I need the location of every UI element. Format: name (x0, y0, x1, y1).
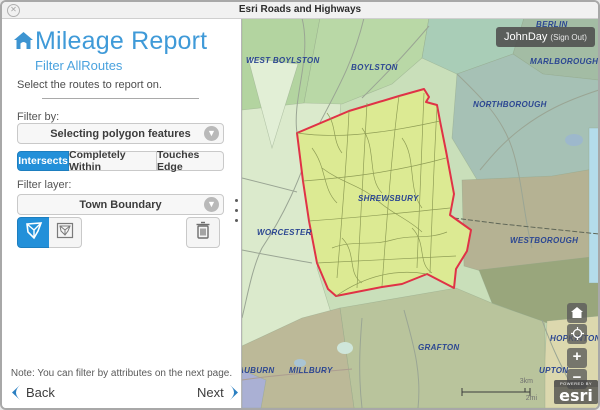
town-label: BOYLSTON (351, 63, 398, 72)
panel-resize-handle[interactable] (233, 199, 239, 227)
town-label: NORTHBOROUGH (473, 100, 547, 109)
home-icon (571, 307, 583, 318)
filter-method-dropdown[interactable]: Selecting polygon features ▼ (17, 123, 224, 144)
select-by-polygon-button[interactable] (17, 217, 50, 248)
page-description: Select the routes to report on. (17, 79, 162, 91)
page-title: Mileage Report (35, 27, 207, 56)
next-label: Next (197, 385, 224, 400)
home-icon (13, 31, 34, 55)
touches-edge-button[interactable]: Touches Edge (157, 151, 224, 171)
esri-logo: POWERED BY esri (554, 380, 598, 404)
select-by-extent-button[interactable] (49, 217, 82, 248)
scale-km-label: 3km (520, 378, 533, 385)
back-button[interactable]: Back (10, 384, 60, 401)
town-label: WEST BOYLSTON (246, 56, 320, 65)
filter-layer-value: Town Boundary (79, 199, 161, 211)
town-label: SHREWSBURY (358, 194, 419, 203)
spatial-relation-group: Intersects Completely Within Touches Edg… (17, 151, 224, 171)
filter-layer-dropdown[interactable]: Town Boundary ▼ (17, 194, 224, 215)
mileage-report-panel: Mileage Report Filter AllRoutes Select t… (2, 18, 241, 408)
locate-icon (571, 327, 584, 340)
app-window: ✕ Esri Roads and Highways Mileage Report… (0, 0, 600, 410)
user-name: JohnDay (504, 31, 547, 43)
back-label: Back (26, 385, 55, 400)
town-label: MARLBOROUGH (530, 57, 598, 66)
town-label: AUBURN (241, 366, 274, 375)
town-label: WORCESTER (257, 228, 312, 237)
title-bar: ✕ Esri Roads and Highways (2, 2, 598, 19)
divider-line (42, 98, 199, 99)
next-button[interactable]: Next (192, 384, 240, 401)
chevron-down-icon: ▼ (204, 126, 219, 141)
zoom-in-button[interactable]: + (567, 348, 587, 368)
filter-layer-label: Filter layer: (17, 179, 71, 191)
filter-method-value: Selecting polygon features (50, 128, 191, 140)
window-title: Esri Roads and Highways (2, 4, 598, 15)
note-text: Note: You can filter by attributes on th… (2, 368, 241, 379)
chevron-down-icon: ▼ (204, 197, 219, 212)
home-extent-button[interactable] (567, 303, 587, 323)
sign-out-label: (Sign Out) (550, 33, 586, 42)
user-signout-button[interactable]: JohnDay (Sign Out) (496, 27, 595, 47)
town-label: WESTBOROUGH (510, 236, 578, 245)
filter-by-label: Filter by: (17, 111, 59, 123)
scale-mi-label: 2mi (526, 395, 537, 402)
chevron-left-icon (10, 384, 21, 401)
extent-select-icon (55, 221, 75, 245)
map-view[interactable]: WEST BOYLSTONBOYLSTONBERLINMARLBOROUGHNO… (241, 18, 598, 408)
clear-selection-button[interactable] (186, 217, 220, 248)
town-label: GRAFTON (418, 343, 460, 352)
town-label: MILLBURY (289, 366, 333, 375)
polygon-select-icon (24, 221, 44, 245)
page-subtitle: Filter AllRoutes (35, 58, 122, 73)
chevron-right-icon (229, 384, 240, 401)
trash-icon (194, 220, 212, 245)
esri-brand: esri (554, 387, 598, 404)
town-label: UPTON (539, 366, 568, 375)
locate-button[interactable] (567, 324, 587, 344)
completely-within-button[interactable]: Completely Within (69, 151, 157, 171)
intersects-button[interactable]: Intersects (17, 151, 69, 171)
scale-bar: 3km 2mi (462, 378, 537, 408)
